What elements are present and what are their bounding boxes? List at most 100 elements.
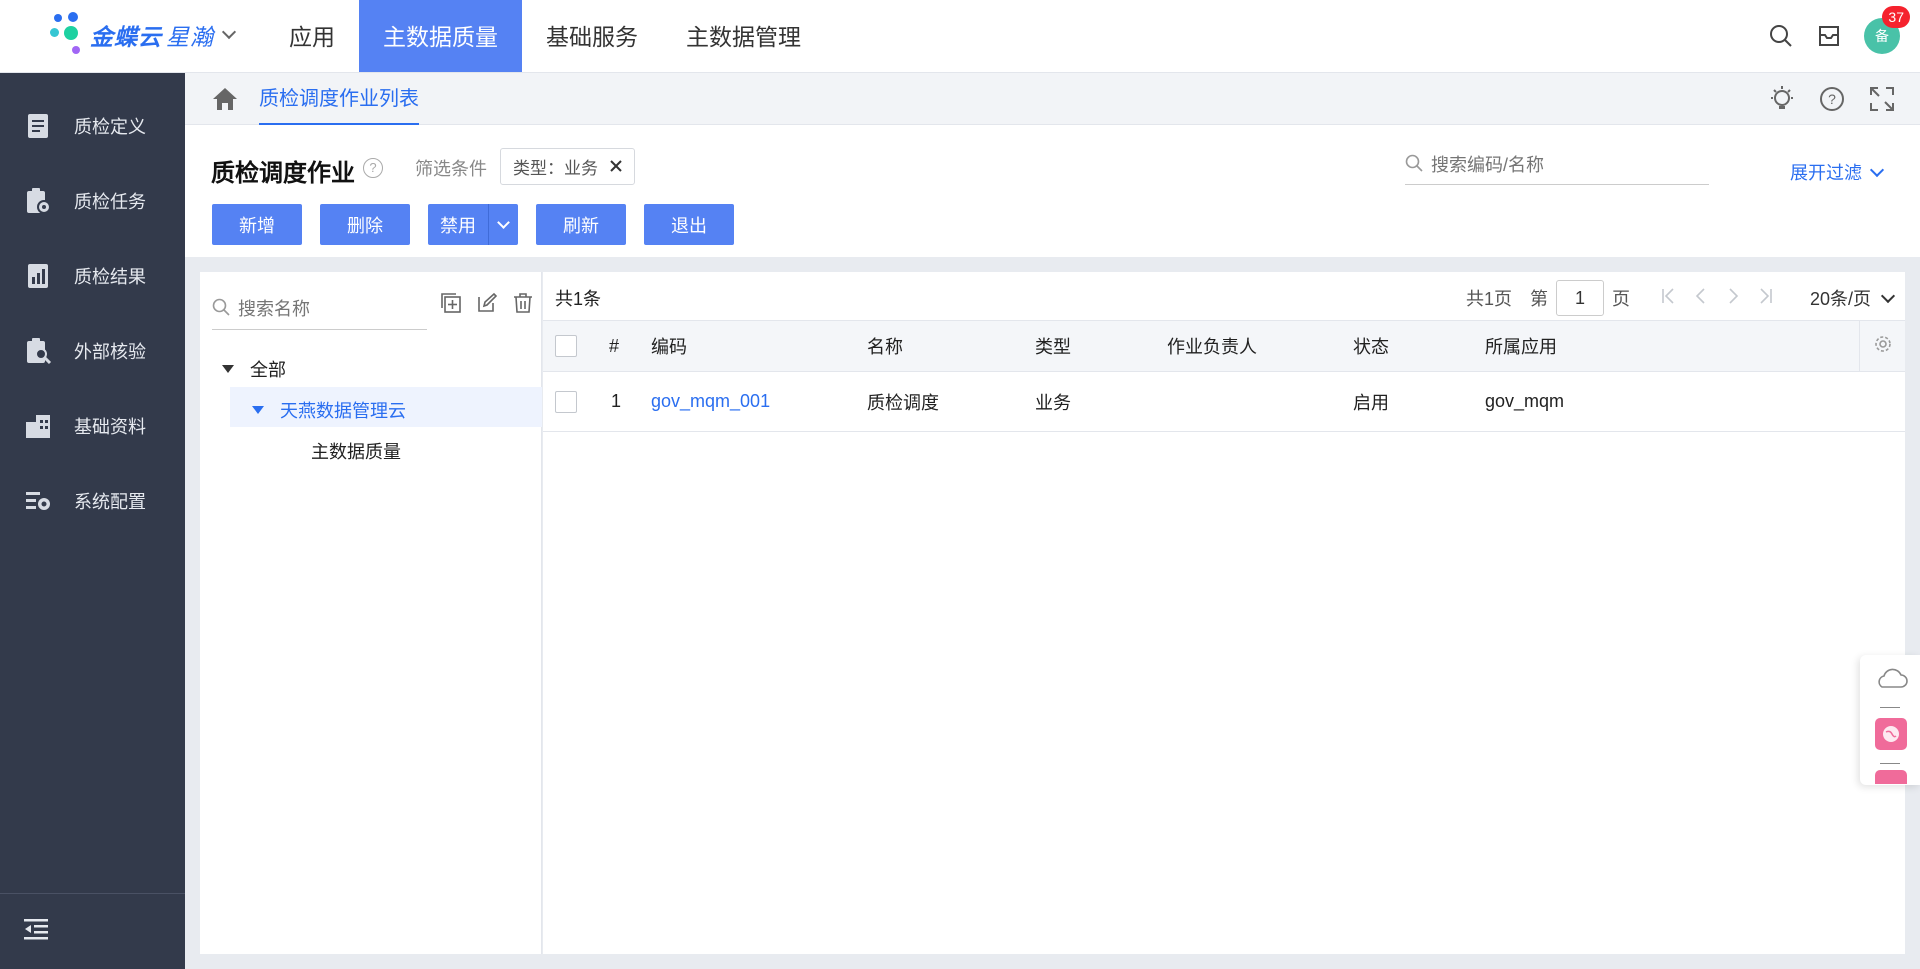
tab-qc-schedule-list[interactable]: 质检调度作业列表 [259,73,419,125]
settings-panel-icon [24,487,52,515]
breadcrumb: 质检调度作业列表 ? [185,73,1920,125]
refresh-button[interactable]: 刷新 [536,204,626,245]
avatar[interactable]: 备 37 [1864,6,1910,54]
sidebar-item-qc-result[interactable]: 质检结果 [0,238,185,313]
notification-badge: 37 [1882,6,1910,28]
search-bar [1405,147,1709,185]
sidebar: 质检定义 质检任务 质检结果 外部核验 基础资料 系统配置 [0,73,185,969]
filter-label: 筛选条件 [415,159,487,179]
nav-master-data-quality[interactable]: 主数据质量 [359,0,522,72]
add-button[interactable]: 新增 [212,204,302,245]
row-type: 业务 [1035,392,1071,413]
sidebar-item-system-config[interactable]: 系统配置 [0,463,185,538]
row-status: 启用 [1353,392,1389,413]
col-owner[interactable]: 作业负责人 [1167,321,1257,371]
home-icon[interactable] [211,86,239,117]
brand-name: 金蝶云 星瀚 [90,24,214,50]
fullscreen-icon[interactable] [1868,85,1896,118]
chevron-down-icon[interactable] [221,24,237,40]
page-size-select[interactable]: 20条/页 [1810,285,1896,311]
delete-button[interactable]: 删除 [320,204,410,245]
page-header: 质检调度作业 ? 筛选条件 类型：业务 展开过滤 新增 删除 禁用 刷新 退出 [185,125,1920,257]
row-name: 质检调度 [867,392,939,413]
filter-tag-label: 类型：业务 [513,159,598,178]
menu-collapse-icon [22,917,50,946]
sidebar-item-label: 系统配置 [74,491,146,512]
delete-icon[interactable] [512,292,534,319]
collapse-sidebar-button[interactable] [0,893,185,969]
disable-dropdown-button[interactable] [489,204,518,245]
tree-panel: 全部 天燕数据管理云 主数据质量 [200,272,749,954]
row-code-link[interactable]: gov_mqm_001 [651,372,770,431]
sidebar-item-label: 基础资料 [74,416,146,437]
sidebar-item-qc-definition[interactable]: 质检定义 [0,88,185,163]
search-icon [212,298,230,321]
page-suffix: 页 [1611,289,1630,309]
col-type[interactable]: 类型 [1035,321,1071,371]
filter-tag: 类型：业务 [500,148,635,185]
col-index: # [609,335,620,356]
search-icon [1405,154,1423,177]
disable-split-button: 禁用 [428,204,518,245]
sidebar-item-label: 质检任务 [74,191,146,212]
disable-button[interactable]: 禁用 [428,204,489,245]
caret-down-icon[interactable] [252,406,264,414]
col-app[interactable]: 所属应用 [1485,321,1557,371]
column-settings-button[interactable] [1859,321,1905,371]
sidebar-item-label: 质检定义 [74,116,146,137]
globe-icon[interactable] [1875,718,1907,750]
logo-dots-icon [50,10,90,60]
tree-node-master-data-quality[interactable]: 主数据质量 [311,438,401,464]
record-count: 共1条 [555,289,602,309]
caret-down-icon[interactable] [222,365,234,373]
page-prefix: 第 [1529,289,1548,309]
search-input[interactable] [1431,155,1691,176]
page-count: 共1页 [1465,289,1512,309]
close-icon[interactable] [610,157,622,177]
divider [1880,763,1900,764]
sidebar-item-qc-task[interactable]: 质检任务 [0,163,185,238]
exit-button[interactable]: 退出 [644,204,734,245]
document-icon [24,112,52,140]
divider [1880,707,1900,708]
nav-master-data-management[interactable]: 主数据管理 [662,0,825,72]
row-index: 1 [611,391,622,411]
add-node-icon[interactable] [440,292,462,319]
chevron-down-icon [497,215,510,229]
page-number-input[interactable]: 1 [1555,280,1604,316]
help-circle-icon[interactable]: ? [363,158,383,178]
last-page-icon[interactable] [1756,287,1774,310]
sidebar-item-basic-data[interactable]: 基础资料 [0,388,185,463]
inbox-icon[interactable] [1816,23,1842,49]
next-page-icon[interactable] [1724,287,1742,310]
cloud-icon[interactable] [1873,667,1909,696]
nav-apps[interactable]: 应用 [265,0,359,72]
floating-toolbar [1860,655,1920,785]
row-checkbox[interactable] [555,372,577,431]
gear-icon [1872,333,1894,360]
col-code[interactable]: 编码 [651,321,687,371]
tree-node-tianyan-cloud[interactable]: 天燕数据管理云 [252,397,406,423]
sidebar-item-label: 质检结果 [74,266,146,287]
search-icon[interactable] [1768,23,1794,49]
chevron-down-icon [1869,162,1885,177]
tree-node-all[interactable]: 全部 [222,356,286,382]
help-icon[interactable]: ? [1818,85,1846,118]
first-page-icon[interactable] [1660,287,1678,310]
table-row[interactable]: 1 gov_mqm_001 质检调度 业务 启用 gov_mqm [543,372,1905,432]
report-icon [24,262,52,290]
col-name[interactable]: 名称 [867,321,903,371]
expand-filter-button[interactable]: 展开过滤 [1790,159,1885,185]
col-status[interactable]: 状态 [1353,321,1389,371]
sidebar-item-external-verify[interactable]: 外部核验 [0,313,185,388]
top-nav: 应用 主数据质量 基础服务 主数据管理 [265,0,825,72]
org-chart-icon[interactable] [1875,770,1907,784]
nav-basic-services[interactable]: 基础服务 [522,0,662,72]
clipboard-search-icon [24,337,52,365]
edit-icon[interactable] [476,292,498,319]
lightbulb-icon[interactable] [1768,85,1796,118]
brand-logo[interactable]: 金蝶云 星瀚 [50,10,237,60]
tree-search-input[interactable] [238,299,418,320]
select-all-checkbox[interactable] [555,321,577,371]
prev-page-icon[interactable] [1692,287,1710,310]
